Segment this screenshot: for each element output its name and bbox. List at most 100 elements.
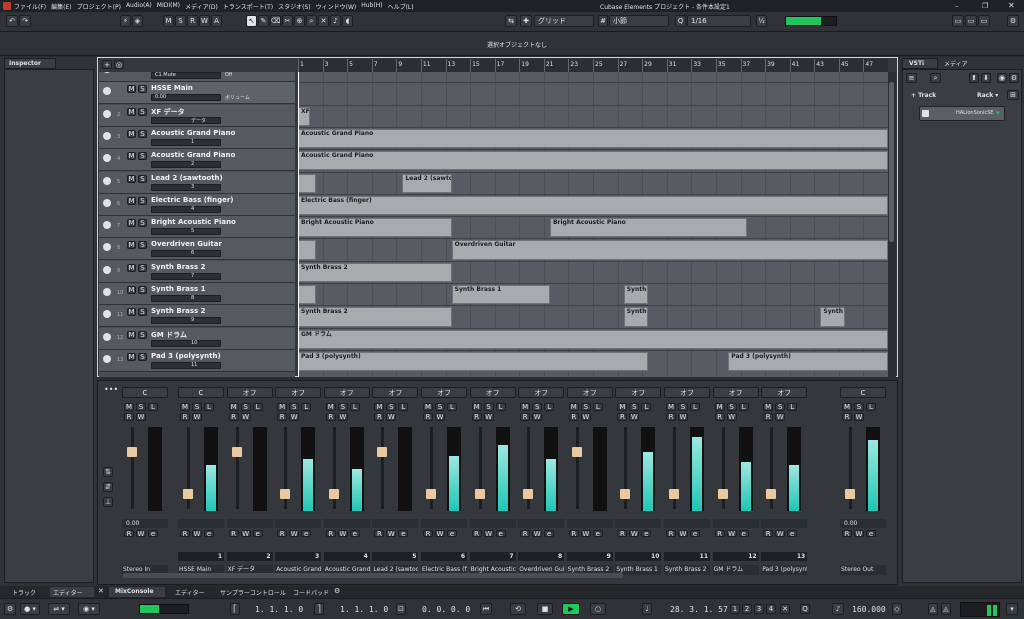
start-value[interactable]: 0. 0. 0. 0 xyxy=(422,605,470,614)
track-mute-button[interactable]: M xyxy=(127,85,136,94)
channel-r-button[interactable]: R xyxy=(520,530,531,537)
track-row[interactable]: 8 M S Overdriven Guitar 6 xyxy=(99,238,295,261)
track-name[interactable]: Synth Brass 2 xyxy=(151,307,206,315)
track-name[interactable]: Overdriven Guitar xyxy=(151,240,222,248)
channel-pan[interactable]: C xyxy=(122,387,168,398)
auto-quantize-icon[interactable]: ◉ ▾ xyxy=(78,603,100,615)
channel-read-button[interactable]: R xyxy=(124,413,134,421)
midi-part[interactable] xyxy=(298,240,317,260)
channel-r-button[interactable]: R xyxy=(423,530,433,537)
zoom-tool-icon[interactable]: ⌕ xyxy=(306,15,317,27)
channel-value-box[interactable] xyxy=(323,519,370,528)
channel-read-button[interactable]: R xyxy=(617,413,628,421)
reset-icon[interactable]: ◈ xyxy=(132,15,143,27)
position-value[interactable]: 28. 3. 1. 57 xyxy=(670,605,728,614)
track-monitor-icon[interactable] xyxy=(103,265,111,274)
input-volume-value[interactable]: 0.00 xyxy=(126,520,139,527)
tab-tracks[interactable]: トラック xyxy=(12,588,36,597)
instrument-slot[interactable]: HALionSonicSE ▾ xyxy=(919,106,1005,121)
channel-r-button[interactable]: R xyxy=(666,530,676,537)
midi-part[interactable]: Electric Bass (finger) xyxy=(298,195,888,216)
track-row[interactable]: 11 M S Synth Brass 2 9 xyxy=(99,305,295,328)
channel-write-button[interactable]: W xyxy=(678,413,688,421)
tab-editor-left[interactable]: エディター xyxy=(50,587,94,597)
close-tab-icon[interactable]: ✕ xyxy=(98,587,104,595)
layout-bottom-icon[interactable]: ▭ xyxy=(965,15,977,27)
track-name[interactable]: HSSE Main xyxy=(151,84,193,92)
quantize-icon[interactable]: Q xyxy=(675,15,686,27)
channel-w-button[interactable]: W xyxy=(629,530,640,537)
track-monitor-icon[interactable] xyxy=(103,332,111,341)
track-controls[interactable] xyxy=(151,205,221,213)
track-mute-button[interactable]: M xyxy=(127,129,136,138)
channel-write-button[interactable]: W xyxy=(435,413,445,421)
channel-mute-button[interactable]: M xyxy=(520,403,531,411)
bottom-settings-gear-icon[interactable]: ⚙ xyxy=(334,587,340,595)
channel-value-box[interactable] xyxy=(372,519,419,528)
channel-value-box[interactable] xyxy=(664,519,710,528)
audio-settings-icon[interactable]: ⚙ xyxy=(4,603,16,615)
channel-w-button[interactable]: W xyxy=(435,530,445,537)
vsti-gear-icon[interactable]: ⚙ xyxy=(1009,73,1019,83)
fader-track[interactable] xyxy=(131,427,134,509)
track-row[interactable]: 2 M S XF データ データ xyxy=(99,104,295,127)
fader-track[interactable] xyxy=(381,427,385,509)
channel-mute-button[interactable]: M xyxy=(423,403,433,411)
channel-value-box[interactable] xyxy=(761,519,808,528)
mute-tool-icon[interactable]: ✕ xyxy=(318,15,329,27)
cycle-mode-icon[interactable]: ⇌ ▾ xyxy=(48,603,70,615)
channel-listen-button[interactable]: L xyxy=(787,403,798,411)
tab-mixconsole[interactable]: MixConsole xyxy=(109,587,165,597)
midi-part[interactable]: Synth Brass 2 xyxy=(298,262,452,282)
channel-mute-button[interactable]: M xyxy=(180,403,190,411)
channel-mute-button[interactable]: M xyxy=(617,403,628,411)
track-channel[interactable]: データ xyxy=(191,117,206,124)
track-controls[interactable] xyxy=(151,116,221,124)
midi-part[interactable]: Bright Acoustic Piano xyxy=(298,218,452,238)
channel-read-button[interactable]: R xyxy=(180,413,190,421)
track-controls[interactable] xyxy=(151,138,221,146)
track-extra-value[interactable]: Off xyxy=(225,72,232,78)
channel-e-button[interactable]: e xyxy=(641,530,652,537)
glue-tool-icon[interactable]: ⊕ xyxy=(294,15,305,27)
fader-handle[interactable] xyxy=(766,489,777,499)
channel-listen-button[interactable]: L xyxy=(148,403,158,411)
channel-mute-button[interactable]: M xyxy=(325,403,336,411)
channel-pan[interactable]: オフ xyxy=(712,387,759,398)
fader-handle[interactable] xyxy=(717,489,728,499)
channel-read-button[interactable]: R xyxy=(714,413,725,421)
vsti-up-icon[interactable]: ⬆ xyxy=(969,73,979,83)
track-monitor-icon[interactable] xyxy=(103,198,111,207)
track-controls[interactable] xyxy=(151,317,221,325)
track-row[interactable]: 3 M S Acoustic Grand Piano 1 xyxy=(99,126,295,149)
channel-e-button[interactable]: e xyxy=(738,530,749,537)
mode-write-button[interactable]: W xyxy=(199,15,210,27)
track-mute-button[interactable]: M xyxy=(127,219,136,228)
cycle-icon[interactable]: ⟲ xyxy=(510,603,526,615)
channel-name[interactable]: GM ドラム xyxy=(712,565,759,575)
right-locator-icon[interactable]: ⎤ xyxy=(314,603,324,615)
track-row[interactable]: 7 M S Bright Acoustic Piano 5 xyxy=(99,216,295,239)
channel-mute-button[interactable]: M xyxy=(714,403,725,411)
rack-section-label[interactable]: Rack ▾ xyxy=(977,92,998,99)
channel-value-box[interactable] xyxy=(178,519,224,528)
channel-listen-button[interactable]: L xyxy=(738,403,749,411)
vertical-scrollbar[interactable] xyxy=(888,72,896,377)
channel-mute-button[interactable]: M xyxy=(666,403,676,411)
channel-pan[interactable]: C xyxy=(178,387,224,398)
channel-solo-button[interactable]: S xyxy=(775,403,786,411)
timeline-ruler[interactable]: 1 3 5 7 9 11 13 15 17 19 21 23 25 27 29 31 33 35 37 39 41 43 4… xyxy=(298,59,888,72)
channel-e-button[interactable]: e xyxy=(544,530,555,537)
precount-icon[interactable]: ◬ xyxy=(941,603,951,615)
channel-e-button[interactable]: e xyxy=(301,530,312,537)
fader-handle[interactable] xyxy=(328,489,339,499)
channel-pan[interactable]: オフ xyxy=(323,387,370,398)
midi-part[interactable]: Synth B xyxy=(820,307,845,327)
channel-pan[interactable]: オフ xyxy=(566,387,613,398)
channel-solo-button[interactable]: S xyxy=(580,403,591,411)
layout-right-icon[interactable]: ▭ xyxy=(978,15,990,27)
track-channel[interactable]: 5 xyxy=(191,228,194,234)
track-mute-button[interactable]: M xyxy=(127,174,136,183)
track-name[interactable]: GM ドラム xyxy=(151,330,187,340)
vsti-down-icon[interactable]: ⬇ xyxy=(981,73,991,83)
